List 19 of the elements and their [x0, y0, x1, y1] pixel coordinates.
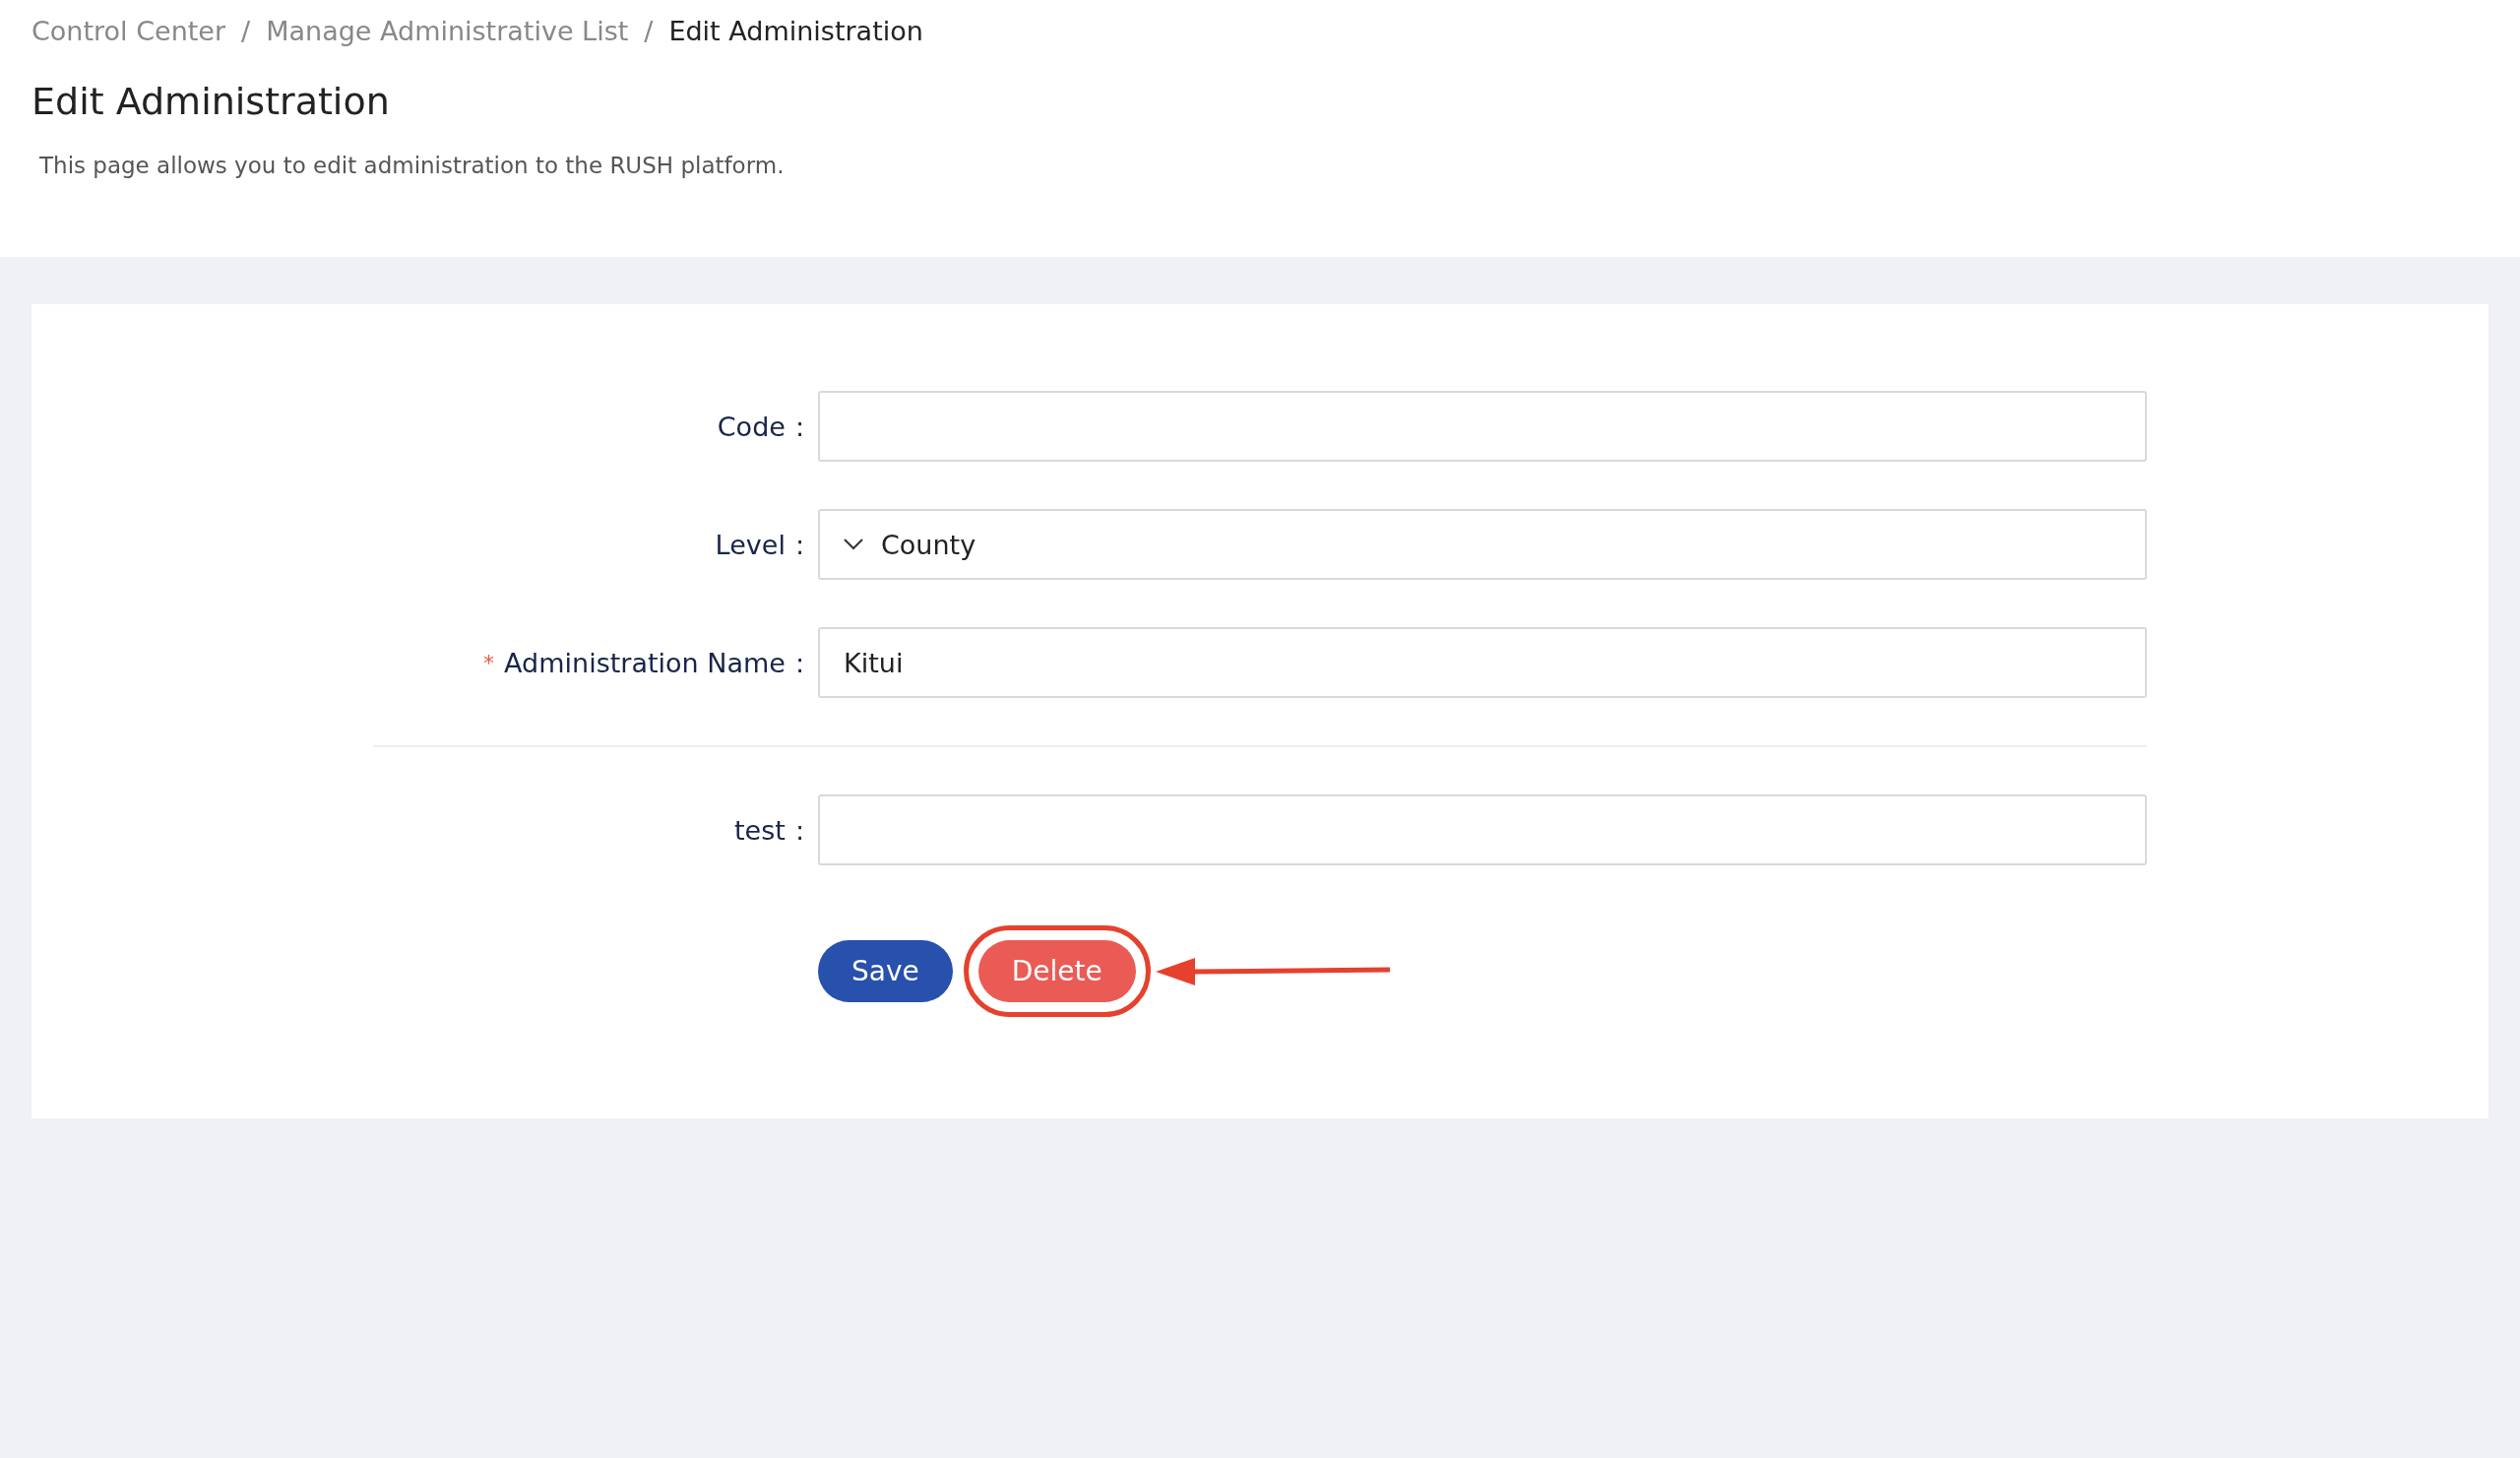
label-colon: :: [794, 814, 804, 846]
field-label: test: [734, 814, 786, 846]
breadcrumb-separator: /: [644, 16, 654, 46]
required-mark: *: [483, 650, 495, 675]
label-colon: :: [794, 647, 804, 678]
field-label: Code: [717, 411, 786, 442]
field-label: Level: [715, 529, 786, 560]
input-field[interactable]: Kitui: [818, 627, 2147, 698]
breadcrumb-link[interactable]: Control Center: [32, 16, 226, 46]
save-button[interactable]: Save: [818, 940, 953, 1002]
level-select[interactable]: County: [818, 509, 2147, 580]
label-colon: :: [794, 529, 804, 560]
page-description: This page allows you to edit administration to the RUSH platform.: [39, 153, 786, 178]
breadcrumb-separator: /: [241, 16, 251, 46]
page-title: Edit Administration: [32, 80, 391, 123]
breadcrumb-link[interactable]: Manage Administrative List: [266, 16, 629, 46]
field-label: Administration Name: [504, 647, 786, 678]
breadcrumb-current: Edit Administration: [668, 16, 923, 46]
label-colon: :: [794, 411, 804, 442]
